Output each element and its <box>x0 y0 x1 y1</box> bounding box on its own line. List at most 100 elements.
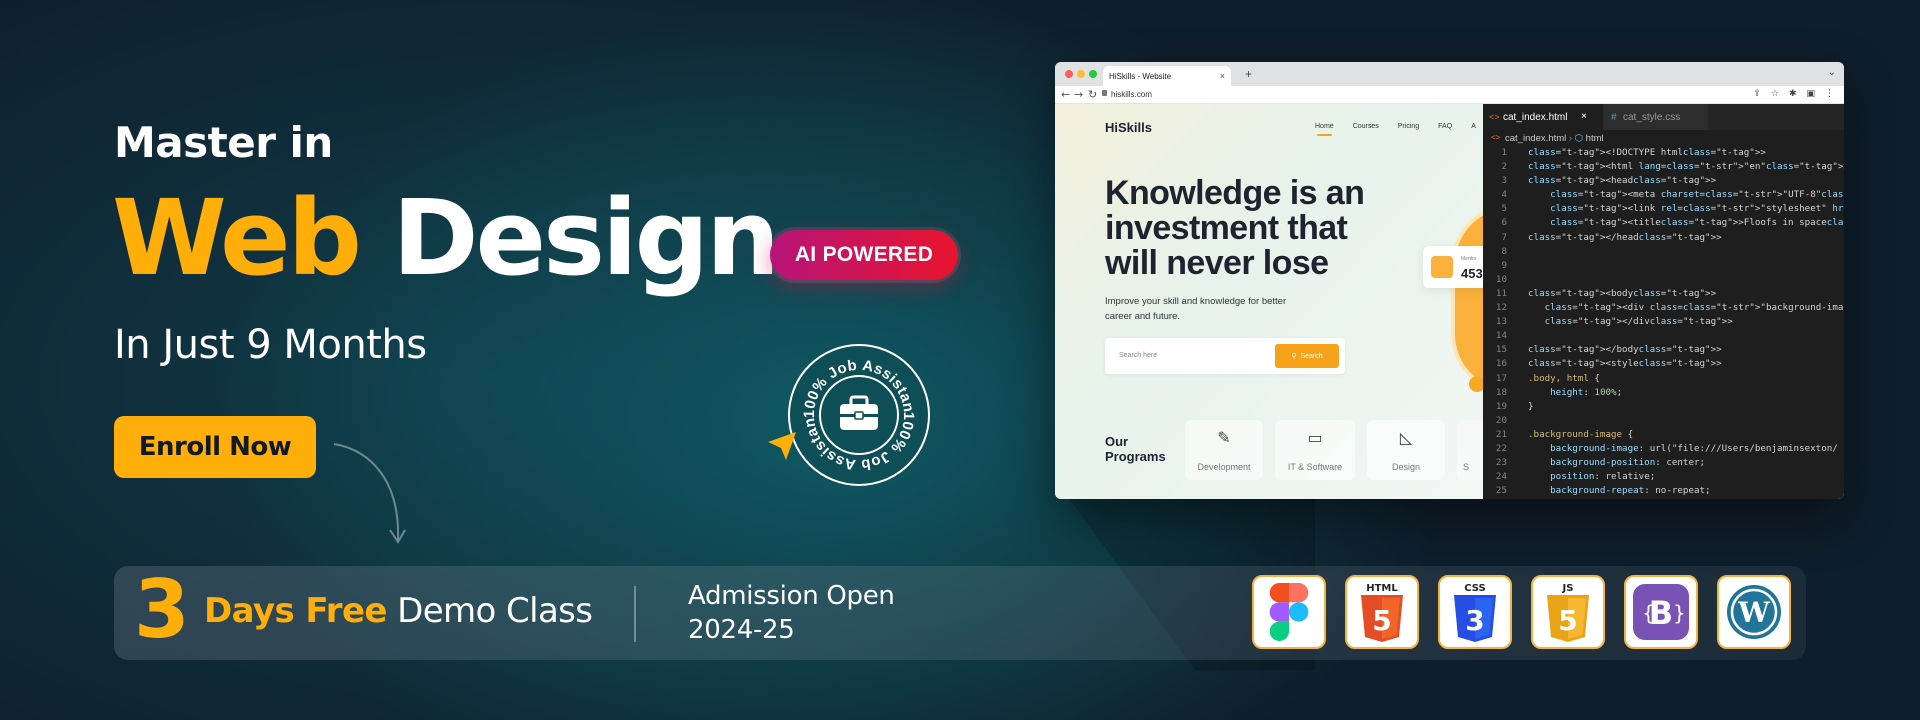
program-card-partial[interactable]: S <box>1457 420 1483 480</box>
enroll-now-button[interactable]: Enroll Now <box>114 416 316 478</box>
job-assistant-seal: 100% Job Assistant 100% Job Assistant <box>786 342 932 488</box>
close-window-dot[interactable] <box>1065 70 1073 78</box>
breadcrumb-file[interactable]: cat_index.html <box>1505 133 1566 144</box>
editor-breadcrumb: <> cat_index.html › ⬡ html <box>1483 130 1844 146</box>
code-line[interactable]: 3 class="t-tag"><headclass="t-tag">> <box>1483 174 1844 188</box>
share-icon[interactable]: ⇪ <box>1753 89 1761 99</box>
line-number: 10 <box>1495 273 1507 285</box>
headline-design-word: Design <box>392 177 780 299</box>
code-area[interactable]: 1 class="t-tag"><!DOCTYPE htmlclass="t-ta… <box>1483 146 1844 498</box>
line-number: 5 <box>1501 203 1507 215</box>
reload-icon[interactable]: ↻ <box>1088 88 1097 101</box>
browser-tab[interactable]: HiSkills - Website × <box>1103 66 1231 86</box>
editor-tab-html[interactable]: <> cat_index.html × <box>1483 104 1603 130</box>
code-line[interactable]: 18 height: 100%; <box>1483 386 1844 400</box>
code-line[interactable]: 8 <box>1483 245 1844 259</box>
program-card-it-software[interactable]: ▭ IT & Software <box>1275 420 1355 480</box>
bookmark-star-icon[interactable]: ☆ <box>1771 89 1779 99</box>
editor-tab-css[interactable]: # cat_style.css <box>1603 104 1708 130</box>
site-nav-home[interactable]: Home <box>1315 123 1334 136</box>
line-number: 19 <box>1495 400 1507 412</box>
code-line[interactable]: 9 <box>1483 259 1844 273</box>
code-line[interactable]: 25 background-repeat: no-repeat; <box>1483 484 1844 498</box>
site-search-input[interactable]: Search here <box>1119 352 1157 359</box>
code-line[interactable]: 20 <box>1483 414 1844 428</box>
headline-web-word: Web <box>112 177 362 299</box>
program-card-label: Development <box>1197 462 1251 472</box>
new-tab-button[interactable]: + <box>1245 67 1252 81</box>
code-line[interactable]: 13 class="t-tag"></divclass="t-tag">> <box>1483 315 1844 329</box>
code-line[interactable]: 1 class="t-tag"><!DOCTYPE htmlclass="t-ta… <box>1483 146 1844 160</box>
line-number: 11 <box>1495 287 1507 299</box>
code-text: class="t-tag"><div class=class="t-str">"… <box>1544 302 1844 314</box>
menu-icon[interactable]: ⋮ <box>1825 89 1834 99</box>
code-line[interactable]: 5 class="t-tag"><link rel=class="t-str">… <box>1483 202 1844 216</box>
code-line[interactable]: 14 <box>1483 329 1844 343</box>
back-arrow-icon[interactable]: ← <box>1061 88 1070 101</box>
line-number: 12 <box>1495 302 1507 314</box>
site-nav-pricing[interactable]: Pricing <box>1398 123 1419 130</box>
css-file-icon: # <box>1611 112 1617 123</box>
browser-window: HiSkills - Website × + ⌄ ← → ↻ hiskills.… <box>1055 62 1844 499</box>
editor-tab-label: cat_style.css <box>1623 112 1681 123</box>
code-line[interactable]: 2 class="t-tag"><html lang=class="t-str">… <box>1483 160 1844 174</box>
program-card-design[interactable]: ◺ Design <box>1367 420 1445 480</box>
code-line[interactable]: 21 .background-image { <box>1483 428 1844 442</box>
code-line[interactable]: 7 class="t-tag"></headclass="t-tag">> <box>1483 231 1844 245</box>
code-text: } <box>1528 400 1534 412</box>
code-text: .body, html { <box>1528 372 1600 384</box>
free-demo-text: Days Free Demo Class <box>204 591 593 631</box>
bootstrap-icon: B { } <box>1624 575 1698 649</box>
url-field[interactable]: hiskills.com <box>1111 90 1152 99</box>
code-line[interactable]: 4 class="t-tag"><meta charset=class="t-s… <box>1483 188 1844 202</box>
line-number: 22 <box>1495 442 1507 454</box>
admission-line: Admission Open <box>688 581 895 611</box>
hero-decor-shape <box>1451 204 1483 394</box>
code-line[interactable]: 6 class="t-tag"><titleclass="t-tag">>Flo… <box>1483 216 1844 230</box>
site-nav-faq[interactable]: FAQ <box>1438 123 1452 130</box>
close-tab-icon[interactable]: × <box>1581 111 1587 122</box>
site-search-button-label: Search <box>1300 352 1323 360</box>
code-line[interactable]: 10 <box>1483 273 1844 287</box>
sidebar-icon[interactable]: ▣ <box>1806 89 1815 99</box>
code-line[interactable]: 16 class="t-tag"><styleclass="t-tag">> <box>1483 357 1844 371</box>
code-line[interactable]: 24 position: relative; <box>1483 470 1844 484</box>
admission-year: 2024-25 <box>688 614 795 645</box>
site-nav-partial[interactable]: A <box>1471 123 1476 130</box>
hero-decor-dot <box>1469 376 1483 392</box>
programs-title-line: Our <box>1105 434 1129 449</box>
site-search-button[interactable]: ⚲ Search <box>1275 344 1339 368</box>
code-line[interactable]: 19} <box>1483 400 1844 414</box>
code-line[interactable]: 17 .body, html { <box>1483 372 1844 386</box>
line-number: 1 <box>1501 147 1507 158</box>
bottom-divider <box>634 586 636 642</box>
stat-card: Mentor 453 <box>1423 246 1483 288</box>
code-line[interactable]: 22 background-image: url("file:///Users/… <box>1483 442 1844 456</box>
line-number: 9 <box>1501 259 1507 271</box>
code-text: position: relative; <box>1550 471 1656 483</box>
code-line[interactable]: 15 class="t-tag"></bodyclass="t-tag">> <box>1483 343 1844 357</box>
minimize-window-dot[interactable] <box>1077 70 1085 78</box>
code-line[interactable]: 23 background-position: center; <box>1483 456 1844 470</box>
line-number: 7 <box>1501 231 1507 243</box>
close-tab-icon[interactable]: × <box>1220 71 1225 81</box>
breadcrumb-node[interactable]: html <box>1586 133 1604 144</box>
site-description: Improve your skill and knowledge for bet… <box>1105 294 1305 324</box>
forward-arrow-icon[interactable]: → <box>1074 88 1083 101</box>
code-line[interactable]: 12 class="t-tag"><div class=class="t-str… <box>1483 301 1844 315</box>
tab-list-chevron-icon[interactable]: ⌄ <box>1828 67 1836 78</box>
site-logo[interactable]: HiSkills <box>1105 120 1152 135</box>
code-line[interactable]: 11 class="t-tag"><bodyclass="t-tag">> <box>1483 287 1844 301</box>
address-bar: ← → ↻ hiskills.com ⇪ ☆ ✱ ▣ ⋮ <box>1055 86 1844 104</box>
code-text: background-image: url("file:///Users/ben… <box>1550 442 1838 454</box>
site-nav-courses[interactable]: Courses <box>1353 123 1379 130</box>
extensions-icon[interactable]: ✱ <box>1789 89 1797 99</box>
program-card-development[interactable]: ✎ Development <box>1185 420 1263 480</box>
line-number: 14 <box>1495 330 1507 342</box>
browser-tab-title: HiSkills - Website <box>1109 72 1172 81</box>
html5-digit: 5 <box>1372 604 1391 637</box>
headline-duration: In Just 9 Months <box>114 322 427 368</box>
maximize-window-dot[interactable] <box>1089 70 1097 78</box>
website-preview: HiSkills Home Courses Pricing FAQ A Know… <box>1055 104 1483 499</box>
line-number: 25 <box>1495 485 1507 497</box>
